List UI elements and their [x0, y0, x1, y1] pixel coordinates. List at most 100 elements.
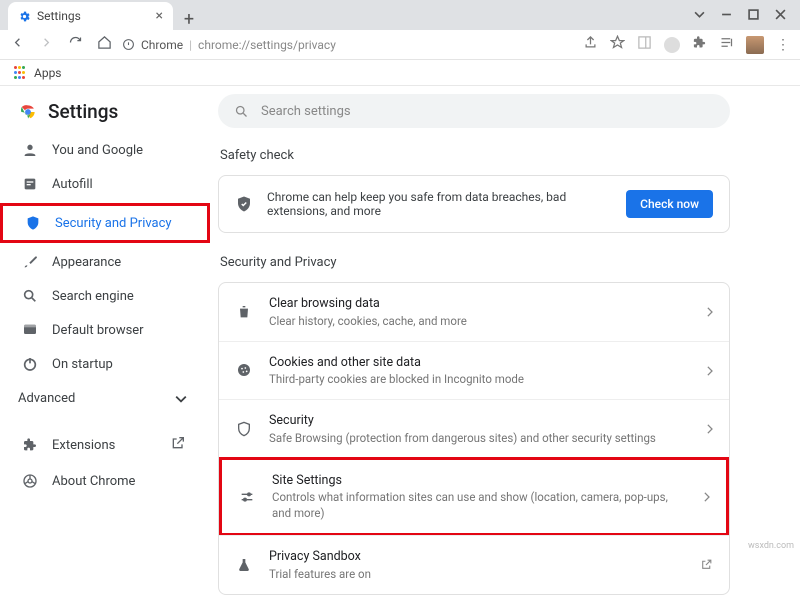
flask-icon [236, 557, 252, 573]
sidebar-item-label: Default browser [52, 323, 144, 338]
person-icon [22, 142, 38, 158]
page-title: Settings [48, 100, 118, 123]
chevron-down-icon[interactable] [694, 9, 705, 24]
search-input[interactable]: Search settings [218, 94, 730, 128]
sidepanel-icon[interactable] [637, 35, 652, 54]
apps-label[interactable]: Apps [34, 66, 62, 80]
check-now-button[interactable]: Check now [626, 190, 713, 218]
menu-icon[interactable]: ⋮ [776, 38, 790, 52]
main: Search settings Safety check Chrome can … [210, 86, 800, 553]
cookie-icon [236, 362, 252, 378]
sidebar-item-extensions[interactable]: Extensions [0, 426, 200, 464]
urlbar: Chrome | chrome://settings/privacy ⋮ [0, 30, 800, 60]
puzzle-icon [22, 437, 38, 453]
browser-icon [22, 322, 38, 338]
search-icon [22, 288, 38, 304]
open-new-icon [700, 556, 713, 575]
sidebar-item-label: On startup [52, 357, 113, 372]
sidebar-advanced[interactable]: Advanced [0, 381, 210, 416]
minimize-icon[interactable] [721, 9, 732, 24]
row-title: Privacy Sandbox [269, 548, 684, 566]
search-icon [234, 104, 249, 119]
site-info-icon[interactable] [122, 38, 135, 51]
avatar[interactable] [746, 36, 764, 54]
url-scheme: Chrome [141, 38, 183, 52]
shield-check-icon [235, 195, 253, 213]
sidebar-item-on-startup[interactable]: On startup [0, 347, 200, 381]
chevron-right-icon [706, 419, 713, 438]
readlist-icon[interactable] [719, 35, 734, 54]
apps-icon[interactable] [14, 66, 28, 80]
chevron-right-icon [703, 487, 710, 506]
omnibox[interactable]: Chrome | chrome://settings/privacy [122, 38, 573, 52]
row-title: Site Settings [272, 472, 687, 490]
sidebar-item-security-privacy[interactable]: Security and Privacy [3, 206, 197, 240]
maximize-icon[interactable] [748, 9, 759, 24]
sidebar-item-you-and-google[interactable]: You and Google [0, 133, 200, 167]
row-subtitle: Safe Browsing (protection from dangerous… [269, 430, 690, 446]
trash-icon [236, 304, 252, 320]
row-subtitle: Clear history, cookies, cache, and more [269, 313, 690, 329]
open-new-icon [170, 435, 186, 455]
row-title: Security [269, 412, 690, 430]
back-icon[interactable] [10, 35, 25, 54]
gear-icon [18, 10, 31, 23]
safety-check-card: Chrome can help keep you safe from data … [218, 175, 730, 233]
sidebar-item-default-browser[interactable]: Default browser [0, 313, 200, 347]
row-subtitle: Third-party cookies are blocked in Incog… [269, 371, 690, 387]
sidebar-item-label: About Chrome [52, 474, 135, 489]
forward-icon [39, 35, 54, 54]
close-icon[interactable] [775, 9, 786, 24]
chevron-right-icon [706, 361, 713, 380]
row-subtitle: Controls what information sites can use … [272, 489, 687, 521]
share-icon[interactable] [583, 35, 598, 54]
bookmarks-bar: Apps [0, 60, 800, 86]
close-tab-icon[interactable]: × [156, 8, 163, 24]
sidebar-item-label: Extensions [52, 438, 115, 453]
chrome-icon [22, 473, 38, 489]
sidebar-item-label: Appearance [52, 255, 121, 270]
search-placeholder: Search settings [261, 104, 351, 119]
url-text: chrome://settings/privacy [198, 38, 336, 52]
sliders-icon [239, 489, 255, 505]
sidebar-item-search-engine[interactable]: Search engine [0, 279, 200, 313]
safety-message: Chrome can help keep you safe from data … [267, 190, 612, 218]
tab-title: Settings [37, 9, 81, 23]
window-controls [694, 9, 800, 30]
privacy-card: Clear browsing dataClear history, cookie… [218, 282, 730, 595]
chevron-down-icon [175, 393, 187, 405]
sidebar-item-about[interactable]: About Chrome [0, 464, 200, 498]
sidebar-item-label: You and Google [52, 143, 143, 158]
titlebar: Settings × + [0, 0, 800, 30]
row-security[interactable]: SecuritySafe Browsing (protection from d… [219, 399, 729, 458]
chrome-logo-icon [18, 102, 38, 122]
row-title: Clear browsing data [269, 295, 690, 313]
shield-icon [25, 215, 41, 231]
chevron-right-icon [706, 302, 713, 321]
row-cookies[interactable]: Cookies and other site dataThird-party c… [219, 341, 729, 400]
power-icon [22, 356, 38, 372]
sidebar: Settings You and Google Autofill Securit… [0, 86, 210, 553]
star-icon[interactable] [610, 35, 625, 54]
watermark: wsxdn.com [748, 541, 794, 551]
reload-icon[interactable] [68, 35, 83, 54]
sidebar-item-label: Autofill [52, 177, 93, 192]
sidebar-item-autofill[interactable]: Autofill [0, 167, 200, 201]
browser-tab[interactable]: Settings × [8, 2, 173, 30]
row-privacy-sandbox[interactable]: Privacy SandboxTrial features are on [219, 535, 729, 594]
sidebar-item-label: Security and Privacy [55, 216, 172, 231]
new-tab-button[interactable]: + [177, 9, 201, 30]
brush-icon [22, 254, 38, 270]
sidebar-item-label: Search engine [52, 289, 134, 304]
shield-icon [236, 421, 252, 437]
home-icon[interactable] [97, 35, 112, 54]
row-site-settings[interactable]: Site SettingsControls what information s… [222, 460, 726, 534]
profile-badge[interactable] [664, 37, 680, 53]
row-clear-browsing-data[interactable]: Clear browsing dataClear history, cookie… [219, 283, 729, 341]
row-subtitle: Trial features are on [269, 566, 684, 582]
advanced-label: Advanced [18, 391, 75, 406]
privacy-heading: Security and Privacy [220, 255, 730, 270]
sidebar-item-appearance[interactable]: Appearance [0, 245, 200, 279]
extensions-icon[interactable] [692, 35, 707, 54]
row-title: Cookies and other site data [269, 354, 690, 372]
